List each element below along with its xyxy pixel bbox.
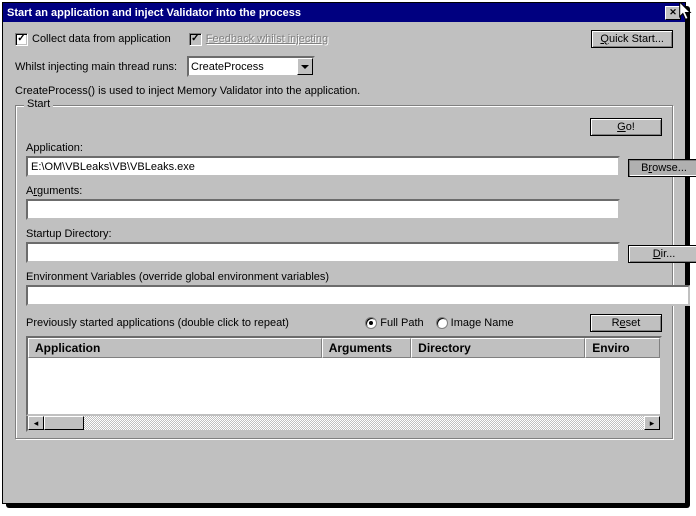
group-legend: Start xyxy=(24,98,53,110)
thread-runs-select[interactable]: CreateProcess xyxy=(187,56,315,77)
start-groupbox: Start Go! Application: Browse... Argumen… xyxy=(15,105,673,439)
horizontal-scrollbar[interactable]: ◂ ▸ xyxy=(26,416,662,432)
feedback-checkbox xyxy=(189,33,202,46)
window-title: Start an application and inject Validato… xyxy=(7,7,301,19)
radio-icon xyxy=(436,317,448,329)
scroll-thumb[interactable] xyxy=(44,416,84,430)
application-input[interactable] xyxy=(26,156,620,177)
dir-button[interactable]: Dir... xyxy=(628,245,696,263)
startup-dir-input[interactable] xyxy=(26,242,620,263)
reset-button[interactable]: Reset xyxy=(590,314,662,332)
collect-data-label: Collect data from application xyxy=(32,33,171,45)
scroll-left-icon[interactable]: ◂ xyxy=(28,416,44,430)
thread-runs-value: CreateProcess xyxy=(191,61,264,73)
scroll-right-icon[interactable]: ▸ xyxy=(644,416,660,430)
arguments-input[interactable] xyxy=(26,199,620,220)
col-application[interactable]: Application xyxy=(28,338,322,358)
feedback-label: Feedback whilst injecting xyxy=(206,33,328,45)
application-label: Application: xyxy=(26,142,620,154)
col-environment[interactable]: Enviro xyxy=(585,338,660,358)
close-button[interactable]: ✕ xyxy=(665,6,681,20)
col-directory[interactable]: Directory xyxy=(411,338,585,358)
prev-apps-label: Previously started applications (double … xyxy=(26,317,289,329)
scroll-track[interactable] xyxy=(44,416,644,430)
quick-start-button[interactable]: QQuick Start...uick Start... xyxy=(591,30,673,48)
startup-dir-label: Startup Directory: xyxy=(26,228,620,240)
env-vars-input[interactable] xyxy=(26,285,690,306)
full-path-radio[interactable]: Full Path xyxy=(365,317,423,329)
titlebar: Start an application and inject Validato… xyxy=(3,3,685,22)
col-arguments[interactable]: Arguments xyxy=(322,338,411,358)
grid-header: Application Arguments Directory Enviro xyxy=(28,338,660,358)
prev-apps-grid[interactable]: Application Arguments Directory Enviro xyxy=(26,336,662,416)
image-name-radio[interactable]: Image Name xyxy=(436,317,514,329)
go-button[interactable]: Go! xyxy=(590,118,662,136)
info-text: CreateProcess() is used to inject Memory… xyxy=(15,85,360,97)
env-vars-label: Environment Variables (override global e… xyxy=(26,271,690,283)
collect-data-checkbox[interactable] xyxy=(15,33,28,46)
browse-button[interactable]: Browse... xyxy=(628,159,696,177)
radio-icon xyxy=(365,317,377,329)
chevron-down-icon[interactable] xyxy=(297,58,313,75)
thread-runs-label: Whilst injecting main thread runs: xyxy=(15,61,177,73)
dialog-window: Start an application and inject Validato… xyxy=(2,2,686,504)
arguments-label: Arguments: xyxy=(26,185,620,197)
